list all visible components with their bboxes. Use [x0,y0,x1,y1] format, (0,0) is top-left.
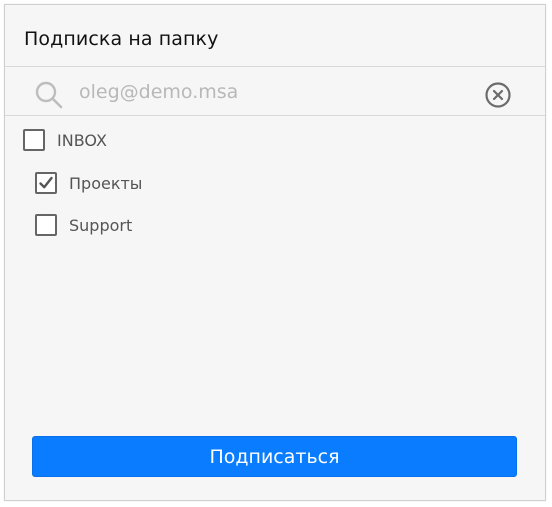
search-icon [34,80,64,110]
subscribe-folder-dialog: Подписка на папку INBOX [4,4,546,501]
search-input[interactable] [79,77,469,107]
clear-search-icon[interactable] [484,81,512,109]
folder-checkbox-projects[interactable] [35,172,57,194]
folder-checkbox-support[interactable] [35,214,57,236]
dialog-title: Подписка на папку [24,28,219,50]
checkmark-icon [39,176,53,189]
folder-item-inbox[interactable]: INBOX [23,125,107,155]
subscribe-button[interactable]: Подписаться [32,436,517,477]
folder-item-projects[interactable]: Проекты [35,168,142,198]
folder-label: INBOX [57,130,107,150]
folder-label: Проекты [69,173,143,193]
folder-label: Support [69,215,133,235]
search-row [5,67,545,116]
folder-item-support[interactable]: Support [35,210,132,240]
search-divider [5,115,545,116]
folder-checkbox-inbox[interactable] [23,129,45,151]
